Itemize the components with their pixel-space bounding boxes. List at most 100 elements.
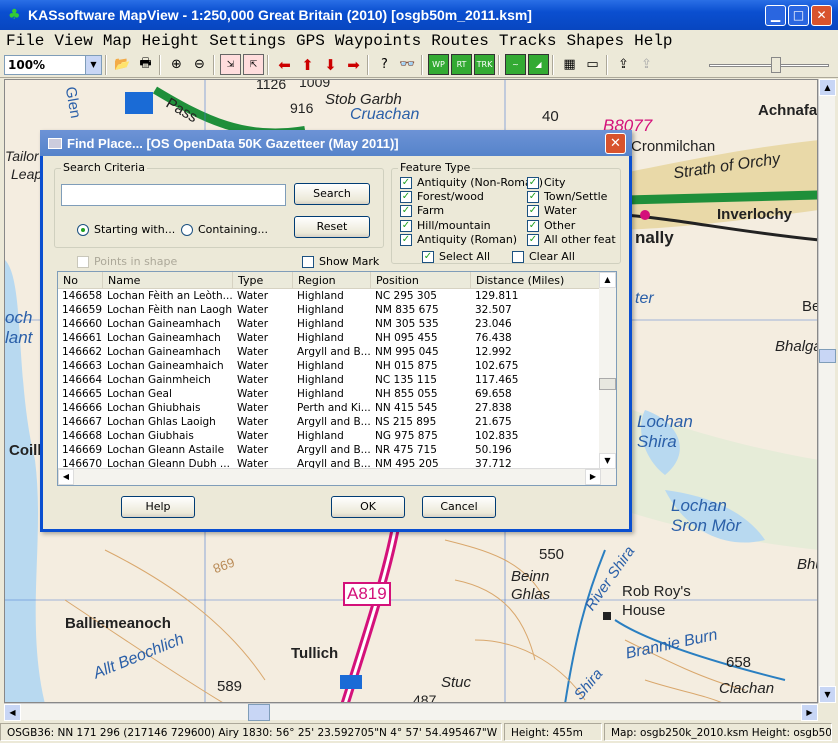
arrow-down-icon[interactable]: ⬇ [320, 54, 341, 75]
dialog-close-icon[interactable]: ✕ [605, 132, 626, 154]
cancel-button[interactable]: Cancel [422, 496, 496, 518]
list-horizontal-scrollbar[interactable]: ◀ ▶ [58, 468, 616, 485]
containing-radio[interactable]: Containing... [181, 223, 268, 236]
cell-region: Highland [297, 290, 344, 302]
col-type[interactable]: Type [233, 272, 293, 288]
close-button[interactable]: ✕ [811, 4, 832, 26]
menu-height[interactable]: Height [136, 32, 204, 50]
show-mark-checkbox[interactable]: Show Mark [302, 255, 379, 268]
minimize-button[interactable]: ▁ [765, 4, 786, 26]
track-icon[interactable]: TRK [474, 54, 495, 75]
search-input[interactable] [61, 184, 286, 206]
select-all-checkbox[interactable]: ✓ Select All [422, 250, 490, 263]
scroll-left-icon[interactable]: ◀ [4, 704, 21, 721]
scroll-right-icon[interactable]: ▶ [585, 469, 601, 485]
scroll-up-icon[interactable]: ▲ [819, 79, 836, 96]
table-row[interactable]: 146662 Lochan Gaineamhach Water Argyll and … [58, 345, 616, 359]
zoom-window-in-icon[interactable]: ⇲ [220, 54, 241, 75]
help-button[interactable]: Help [121, 496, 195, 518]
scroll-left-icon[interactable]: ◀ [58, 469, 74, 485]
zoom-slider[interactable] [705, 57, 833, 73]
map-label-achnafal: Achnafal [758, 102, 818, 119]
chevron-down-icon[interactable]: ▼ [85, 55, 101, 74]
waypoint-icon[interactable]: WP [428, 54, 449, 75]
maximize-button[interactable]: □ [788, 4, 809, 26]
print-icon[interactable]: 🖶 [135, 54, 156, 75]
feature-town-settlement[interactable]: ✓ Town/Settle [527, 190, 607, 203]
table-row[interactable]: 146664 Lochan Gainmheich Water Highland NC 1… [58, 373, 616, 387]
scroll-thumb[interactable] [599, 378, 616, 390]
scroll-down-icon[interactable]: ▼ [599, 453, 616, 469]
feature-farm[interactable]: ✓ Farm [400, 204, 444, 217]
feature-water[interactable]: ✓ Water [527, 204, 577, 217]
col-no[interactable]: No [58, 272, 103, 288]
scroll-thumb[interactable] [248, 704, 270, 721]
route-icon[interactable]: RT [451, 54, 472, 75]
table-row[interactable]: 146665 Lochan Geal Water Highland NH 855 055… [58, 387, 616, 401]
zoom-in-icon[interactable]: ⊕ [166, 54, 187, 75]
arrow-right-icon[interactable]: ➡ [343, 54, 364, 75]
menu-waypoints[interactable]: Waypoints [329, 32, 425, 50]
menu-gps[interactable]: GPS [290, 32, 329, 50]
results-list[interactable]: No Name Type Region Position Distance (M… [57, 271, 617, 486]
col-position[interactable]: Position [371, 272, 471, 288]
menu-help[interactable]: Help [628, 32, 676, 50]
map-label-lochan-shira: Lochan Shira [637, 412, 693, 451]
table-row[interactable]: 146661 Lochan Gaineamhach Water Highland NH … [58, 331, 616, 345]
open-folder-icon[interactable]: 📂 [112, 54, 133, 75]
reset-button[interactable]: Reset [294, 216, 370, 238]
zoom-out-icon[interactable]: ⊖ [189, 54, 210, 75]
map-vertical-scrollbar[interactable]: ▲ ▼ [818, 79, 836, 703]
feature-all-other[interactable]: ✓ All other feat [527, 233, 616, 246]
menu-settings[interactable]: Settings [203, 32, 290, 50]
shaded-relief-icon[interactable]: ◢ [528, 54, 549, 75]
feature-city[interactable]: ✓ City [527, 176, 566, 189]
table-row[interactable]: 146666 Lochan Ghiubhais Water Perth and Ki.… [58, 401, 616, 415]
binoculars-icon[interactable]: 👓 [397, 54, 418, 75]
menu-tracks[interactable]: Tracks [493, 32, 561, 50]
cell-region: Highland [297, 388, 344, 400]
scroll-down-icon[interactable]: ▼ [819, 686, 836, 703]
col-region[interactable]: Region [293, 272, 371, 288]
menu-file[interactable]: File [0, 32, 48, 50]
ok-button[interactable]: OK [331, 496, 405, 518]
table-row[interactable]: 146663 Lochan Gaineamhaich Water Highland NH… [58, 359, 616, 373]
feature-hill-mountain[interactable]: ✓ Hill/mountain [400, 219, 491, 232]
feature-forest-wood[interactable]: ✓ Forest/wood [400, 190, 484, 203]
table-row[interactable]: 146658 Lochan Fèith an Leòth... Water Highl… [58, 289, 616, 303]
list-vertical-scrollbar[interactable]: ▲ ▼ [599, 272, 616, 469]
menu-routes[interactable]: Routes [425, 32, 493, 50]
scroll-right-icon[interactable]: ▶ [801, 704, 818, 721]
col-name[interactable]: Name [103, 272, 233, 288]
table-row[interactable]: 146660 Lochan Gaineamhach Water Highland NM … [58, 317, 616, 331]
grid-icon[interactable]: ▦ [559, 54, 580, 75]
table-row[interactable]: 146667 Lochan Ghlas Laoigh Water Argyll and… [58, 415, 616, 429]
slider-thumb[interactable] [771, 57, 781, 73]
col-distance[interactable]: Distance (Miles) [471, 272, 601, 288]
search-button[interactable]: Search [294, 183, 370, 205]
containing-label: Containing... [198, 223, 268, 236]
menu-shapes[interactable]: Shapes [561, 32, 629, 50]
table-row[interactable]: 146668 Lochan Giubhais Water Highland NG 975… [58, 429, 616, 443]
arrow-left-icon[interactable]: ⬅ [274, 54, 295, 75]
scroll-thumb[interactable] [819, 349, 836, 363]
menu-map[interactable]: Map [97, 32, 136, 50]
map-horizontal-scrollbar[interactable]: ◀ ▶ [4, 703, 818, 721]
profile-icon[interactable]: ~ [505, 54, 526, 75]
feature-antiquity-roman[interactable]: ✓ Antiquity (Roman) [400, 233, 517, 246]
zoom-select[interactable]: 100% ▼ [4, 54, 102, 75]
feature-antiquity-non-roman[interactable]: ✓ Antiquity (Non-Roman) [400, 176, 543, 189]
menu-view[interactable]: View [48, 32, 96, 50]
arrow-up-icon[interactable]: ⬆ [297, 54, 318, 75]
map-label-balliemeanoch: Balliemeanoch [65, 615, 171, 632]
scroll-up-icon[interactable]: ▲ [599, 272, 616, 288]
feature-other[interactable]: ✓ Other [527, 219, 575, 232]
clear-all-checkbox[interactable]: Clear All [512, 250, 575, 263]
help-pointer-icon[interactable]: ? [374, 54, 395, 75]
starting-with-radio[interactable]: Starting with... [77, 223, 175, 236]
zoom-window-out-icon[interactable]: ⇱ [243, 54, 264, 75]
table-row[interactable]: 146669 Lochan Gleann Astaile Water Argyll a… [58, 443, 616, 457]
table-row[interactable]: 146659 Lochan Fèith nan Laogh Water Highlan… [58, 303, 616, 317]
scale-bar-icon[interactable]: ▭ [582, 54, 603, 75]
upload-icon[interactable]: ⇪ [613, 54, 634, 75]
